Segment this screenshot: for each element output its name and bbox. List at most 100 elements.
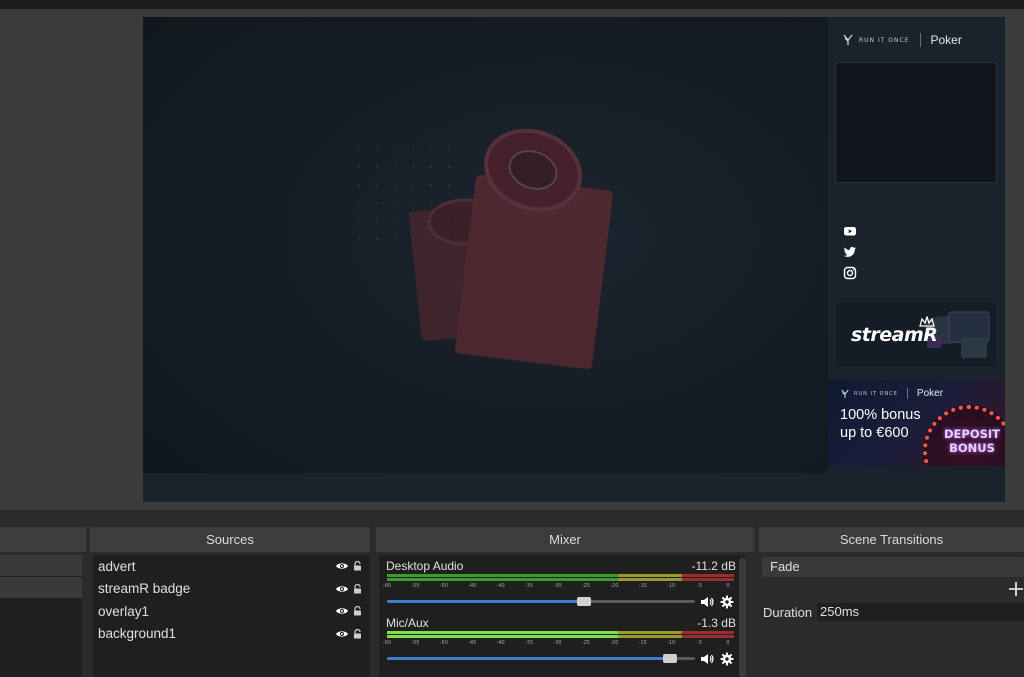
add-transition-icon[interactable] [1007, 580, 1024, 598]
meter-tick-label: -50 [439, 640, 448, 646]
streamr-badge: streamR [836, 302, 996, 367]
mixer-channel: Mic/Aux -1.3 dB -60 -55 -50 -45 -40 -35 -30 -25 -2… [383, 616, 736, 670]
scene-item[interactable] [0, 577, 82, 599]
sources-list[interactable]: advert streamR badge overlay1 background1 [93, 555, 370, 677]
source-name: background1 [98, 626, 177, 642]
top-toolbar-strip [0, 0, 1024, 9]
advert-logo-separator [906, 388, 908, 399]
meter-tick-label: -40 [496, 583, 505, 589]
transition-select[interactable]: Fade [762, 557, 1024, 577]
meter-segment [618, 574, 682, 577]
visibility-eye-icon[interactable] [335, 561, 349, 571]
runitonce-mark-icon [841, 389, 849, 398]
duration-label: Duration [763, 605, 813, 620]
scenes-panel [0, 527, 86, 677]
deposit-word: DEPOSIT [944, 427, 1001, 441]
gear-icon[interactable] [720, 652, 734, 666]
poker-cards-chips-art [408, 128, 613, 370]
mixer-body: Desktop Audio -11.2 dB -60 -55 -50 -45 -40 -35-… [379, 555, 745, 677]
meter-tick-label: 0 [726, 640, 730, 646]
advert-brand-text: RUN IT ONCE [854, 390, 898, 397]
meter-segment [618, 631, 682, 634]
program-preview-canvas[interactable]: RUN IT ONCE Poker streamR RUN IT ONCE Po… [143, 17, 1005, 502]
lock-icon[interactable] [353, 561, 362, 571]
bonus-word: BONUS [949, 441, 995, 455]
channel-db-readout: -11.2 dB [691, 559, 736, 573]
runitonce-mark-icon [843, 34, 853, 45]
logo-brand-text: RUN IT ONCE [859, 36, 910, 44]
meter-tick-label: -55 [411, 583, 420, 589]
volume-fader[interactable] [387, 597, 695, 606]
fader-thumb[interactable] [577, 597, 592, 606]
meter-tick-label: -40 [496, 640, 505, 646]
advert-banner: RUN IT ONCE Poker 100% bonus up to €600 … [828, 380, 1005, 466]
meter-tick-label: -45 [468, 583, 477, 589]
streamr-crown-icon [919, 316, 935, 327]
lock-icon[interactable] [353, 583, 362, 594]
source-name: overlay1 [98, 603, 150, 619]
meter-tick-label: -55 [411, 640, 420, 646]
source-name: advert [98, 558, 136, 574]
scenes-list[interactable] [0, 555, 82, 677]
fader-fill [387, 600, 585, 603]
transitions-panel-header: Scene Transitions [759, 527, 1024, 552]
sources-panel-header: Sources [90, 527, 370, 552]
visibility-eye-icon[interactable] [335, 606, 349, 616]
meter-tick-label: -5 [697, 583, 703, 589]
mixer-channel: Desktop Audio -11.2 dB -60 -55 -50 -45 -40 -35-… [383, 559, 736, 613]
gear-icon[interactable] [720, 595, 734, 609]
source-item[interactable]: overlay1 [93, 600, 370, 623]
twitter-icon [843, 246, 856, 257]
lock-icon[interactable] [353, 606, 362, 616]
advert-bonus-line: 100% bonus [840, 407, 921, 423]
advert-logo: RUN IT ONCE Poker [841, 388, 943, 399]
volume-meter [387, 574, 734, 581]
fader-thumb[interactable] [663, 654, 678, 663]
stream-footer-bar [143, 473, 828, 502]
meter-segment [618, 635, 682, 638]
meter-segment [618, 578, 682, 581]
scene-transitions-panel: Scene Transitions Fade Duration 250ms [759, 527, 1024, 677]
mixer-panel: Mixer Desktop Audio -11.2 dB -60 -55 -50 -45-… [376, 527, 754, 677]
meter-tick-label: -25 [581, 640, 590, 646]
instagram-icon [843, 266, 857, 280]
meter-segment [681, 574, 734, 577]
logo-separator [919, 33, 921, 47]
duration-input[interactable]: 250ms [817, 603, 1024, 621]
meter-tick-label: -10 [667, 583, 676, 589]
logo-poker-text: Poker [930, 33, 962, 47]
source-item[interactable]: streamR badge [93, 578, 370, 601]
meter-tick-label: -50 [439, 583, 448, 589]
meter-segment [681, 631, 734, 634]
lock-icon[interactable] [353, 628, 362, 639]
meter-ticks: -60 -55 -50 -45 -40 -35 -30 -25 -20 -15 -10 -5 0 [383, 640, 736, 650]
meter-tick-label: -45 [468, 640, 477, 646]
source-item[interactable]: background1 [93, 623, 370, 646]
mute-speaker-icon[interactable] [700, 653, 714, 665]
sources-panel: Sources advert streamR badge overlay1 backg… [90, 527, 370, 677]
youtube-icon [844, 227, 856, 236]
source-name: streamR badge [98, 581, 191, 597]
advert-amount-line: up to €600 [840, 425, 909, 441]
meter-tick-label: -25 [581, 583, 590, 589]
meter-segment [681, 578, 734, 581]
meter-segment [681, 635, 734, 638]
volume-fader[interactable] [387, 654, 695, 663]
source-item[interactable]: advert [93, 555, 370, 578]
meter-tick-label: -35 [524, 640, 534, 646]
webcam-frame [835, 62, 997, 183]
scenes-panel-header [0, 527, 86, 552]
mute-speaker-icon[interactable] [700, 596, 714, 608]
mixer-panel-header: Mixer [376, 527, 754, 552]
fader-fill [387, 657, 671, 660]
channel-name: Mic/Aux [386, 616, 429, 630]
runitonce-logo: RUN IT ONCE Poker [843, 31, 962, 49]
visibility-eye-icon[interactable] [335, 584, 349, 594]
visibility-eye-icon[interactable] [335, 629, 349, 639]
meter-tick-label: -5 [697, 640, 703, 646]
deposit-bonus-text: DEPOSIT BONUS [944, 427, 1000, 455]
mixer-scrollbar[interactable] [739, 558, 746, 677]
meter-tick-label: -20 [610, 640, 619, 646]
scene-item[interactable] [0, 555, 82, 577]
meter-tick-label: -15 [638, 583, 647, 589]
